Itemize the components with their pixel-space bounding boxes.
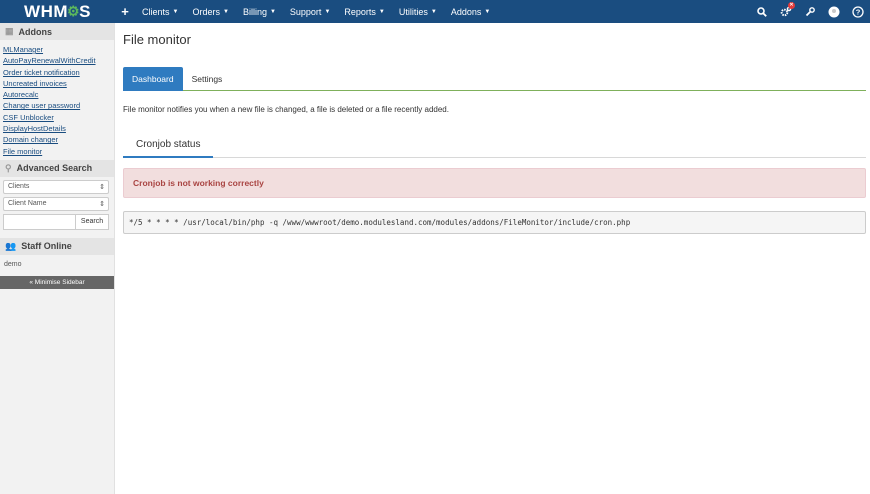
- main-menu: + Clients ▼ Orders ▼ Billing ▼ Support ▼ Rep…: [115, 0, 497, 23]
- binoculars-icon: ⚲: [5, 162, 12, 173]
- menu-billing[interactable]: Billing ▼: [236, 7, 283, 17]
- navbar-right-icons: ✕ ?: [750, 0, 870, 23]
- tab-settings[interactable]: Settings: [183, 67, 232, 91]
- menu-addons[interactable]: Addons ▼: [444, 7, 497, 17]
- sidebar-link-domain-changer[interactable]: Domain changer: [3, 134, 111, 145]
- menu-clients[interactable]: Clients ▼: [135, 7, 185, 17]
- sidebar-link-change-password[interactable]: Change user password: [3, 100, 111, 111]
- caret-down-icon: ▼: [430, 8, 437, 15]
- automation-gears-icon[interactable]: ✕: [774, 0, 798, 23]
- minimise-sidebar-button[interactable]: « Minimise Sidebar: [0, 275, 114, 289]
- advanced-search-header: ⚲ Advanced Search: [0, 159, 114, 177]
- caret-down-icon: ▼: [484, 8, 491, 15]
- sidebar-link-uncreated-invoices[interactable]: Uncreated invoices: [3, 78, 111, 89]
- search-icon[interactable]: [750, 0, 774, 23]
- help-icon[interactable]: ?: [846, 0, 870, 23]
- search-button[interactable]: Search: [76, 213, 109, 230]
- module-description: File monitor notifies you when a new fil…: [123, 105, 449, 114]
- sidebar-link-autopay[interactable]: AutoPayRenewalWithCredit: [3, 55, 111, 66]
- addons-panel-header: ▦ Addons: [0, 23, 114, 40]
- logo-text-end: S: [79, 1, 91, 21]
- tab-cronjob-status[interactable]: Cronjob status: [123, 138, 214, 158]
- menu-support[interactable]: Support ▼: [283, 7, 337, 17]
- sidebar-link-autorecalc[interactable]: Autorecalc: [3, 89, 111, 100]
- sidebar-link-order-ticket[interactable]: Order ticket notification: [3, 67, 111, 78]
- caret-down-icon: ▼: [222, 8, 229, 15]
- main-content: File monitor Dashboard Settings File mon…: [123, 23, 866, 234]
- caret-down-icon: ▼: [378, 8, 385, 15]
- menu-orders[interactable]: Orders ▼: [185, 7, 235, 17]
- svg-text:?: ?: [856, 7, 861, 16]
- add-new-icon[interactable]: +: [115, 4, 135, 19]
- cron-command-box[interactable]: */5 * * * * /usr/local/bin/php -q /www/w…: [123, 211, 866, 234]
- sidebar: ▦ Addons MLManager AutoPayRenewalWithCre…: [0, 23, 115, 494]
- status-tabs: Cronjob status: [123, 138, 866, 158]
- caret-down-icon: ▼: [269, 8, 276, 15]
- cronjob-error-alert: Cronjob is not working correctly: [123, 168, 866, 198]
- whmcs-logo[interactable]: WHM ⚙ S: [0, 0, 115, 23]
- wrench-icon[interactable]: [798, 0, 822, 23]
- page-title: File monitor: [123, 32, 191, 47]
- users-icon: 👥: [5, 240, 17, 251]
- search-field-select[interactable]: Client Name ⇕: [3, 196, 109, 211]
- caret-down-icon: ▼: [324, 8, 331, 15]
- sidebar-link-display-host[interactable]: DisplayHostDetails: [3, 123, 111, 134]
- menu-utilities[interactable]: Utilities ▼: [392, 7, 444, 17]
- addons-links: MLManager AutoPayRenewalWithCredit Order…: [0, 40, 114, 160]
- menu-reports[interactable]: Reports ▼: [337, 7, 391, 17]
- search-input[interactable]: [3, 213, 76, 230]
- cube-icon: ▦: [5, 26, 14, 36]
- module-tabs: Dashboard Settings: [123, 67, 866, 91]
- caret-down-icon: ▼: [172, 8, 179, 15]
- notification-badge: ✕: [788, 2, 795, 9]
- logo-text: WHM: [24, 1, 69, 21]
- sidebar-link-mlmanager[interactable]: MLManager: [3, 44, 111, 55]
- sidebar-link-file-monitor[interactable]: File monitor: [3, 146, 111, 157]
- user-avatar-icon[interactable]: [822, 0, 846, 23]
- search-type-select[interactable]: Clients ⇕: [3, 179, 109, 194]
- staff-online-user: demo: [4, 260, 22, 268]
- top-navbar: WHM ⚙ S + Clients ▼ Orders ▼ Billing ▼ Suppor…: [0, 0, 870, 23]
- select-arrows-icon: ⇕: [99, 200, 105, 208]
- tab-dashboard[interactable]: Dashboard: [123, 67, 183, 91]
- sidebar-link-csf-unblocker[interactable]: CSF Unblocker: [3, 112, 111, 123]
- staff-online-header: 👥 Staff Online: [0, 237, 114, 255]
- select-arrows-icon: ⇕: [99, 183, 105, 191]
- sidebar-search-group: Search: [3, 213, 109, 230]
